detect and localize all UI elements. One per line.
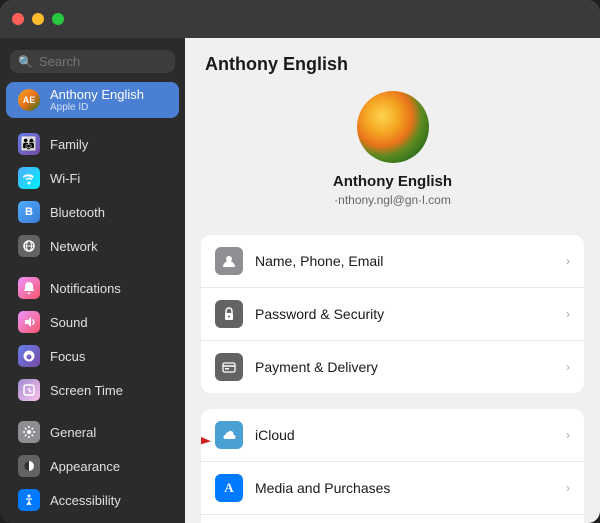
avatar: [357, 91, 429, 163]
sidebar-item-notifications[interactable]: Notifications: [6, 272, 179, 304]
network-icon: [18, 235, 40, 257]
menu-item-media-purchases[interactable]: A Media and Purchases ›: [201, 462, 584, 515]
name-phone-email-label: Name, Phone, Email: [255, 253, 566, 269]
media-purchases-chevron: ›: [566, 481, 570, 495]
icloud-icon: [215, 421, 243, 449]
sidebar-item-screentime[interactable]: Screen Time: [6, 374, 179, 406]
content-area: 🔍 AE Anthony English Apple ID 👨‍👩‍👧 Fami…: [0, 38, 600, 523]
sidebar-bluetooth-label: Bluetooth: [50, 205, 105, 220]
sidebar-general-label: General: [50, 425, 96, 440]
sound-icon: [18, 311, 40, 333]
system-preferences-window: 🔍 AE Anthony English Apple ID 👨‍👩‍👧 Fami…: [0, 0, 600, 523]
password-security-label: Password & Security: [255, 306, 566, 322]
sidebar-appearance-label: Appearance: [50, 459, 120, 474]
appearance-icon: [18, 455, 40, 477]
sidebar: 🔍 AE Anthony English Apple ID 👨‍👩‍👧 Fami…: [0, 38, 185, 523]
sidebar-item-bluetooth[interactable]: B Bluetooth: [6, 196, 179, 228]
sidebar-focus-label: Focus: [50, 349, 85, 364]
apple-id-avatar-icon: AE: [18, 89, 40, 111]
cards-section: Name, Phone, Email › Password & Sec: [185, 235, 600, 523]
password-security-icon: [215, 300, 243, 328]
main-menu-group-2: iCloud › A Media and Purchases ›: [201, 409, 584, 523]
sidebar-accessibility-label: Accessibility: [50, 493, 121, 508]
search-icon: 🔍: [18, 55, 33, 69]
main-panel: Anthony English Anthony English ·nthony.…: [185, 38, 600, 523]
sidebar-sound-label: Sound: [50, 315, 88, 330]
main-title: Anthony English: [205, 54, 580, 75]
main-menu-group-1: Name, Phone, Email › Password & Sec: [201, 235, 584, 393]
general-icon: [18, 421, 40, 443]
menu-item-payment-delivery[interactable]: Payment & Delivery ›: [201, 341, 584, 393]
menu-item-family-sharing[interactable]: Family Sharing ›: [201, 515, 584, 523]
maximize-button[interactable]: [52, 13, 64, 25]
search-box[interactable]: 🔍: [10, 50, 175, 73]
family-icon: 👨‍👩‍👧: [18, 133, 40, 155]
sidebar-screentime-label: Screen Time: [50, 383, 123, 398]
screentime-icon: [18, 379, 40, 401]
sidebar-apple-id-sublabel: Apple ID: [50, 102, 144, 113]
sidebar-item-controlcentre[interactable]: Control Centre: [6, 518, 179, 523]
sidebar-apple-id-info: Anthony English Apple ID: [50, 87, 144, 113]
accessibility-icon: [18, 489, 40, 511]
sidebar-item-sound[interactable]: Sound: [6, 306, 179, 338]
sidebar-item-appearance[interactable]: Appearance: [6, 450, 179, 482]
profile-name: Anthony English: [333, 173, 452, 190]
icloud-label: iCloud: [255, 427, 566, 443]
sidebar-family-label: Family: [50, 137, 88, 152]
profile-section: Anthony English ·nthony.ngl@gn·l.com: [205, 91, 580, 223]
search-input[interactable]: [39, 54, 167, 69]
menu-item-name-phone-email[interactable]: Name, Phone, Email ›: [201, 235, 584, 288]
icloud-chevron: ›: [566, 428, 570, 442]
sidebar-item-general[interactable]: General: [6, 416, 179, 448]
main-header: Anthony English Anthony English ·nthony.…: [185, 38, 600, 235]
menu-item-password-security[interactable]: Password & Security ›: [201, 288, 584, 341]
media-purchases-icon: A: [215, 474, 243, 502]
sidebar-item-apple-id[interactable]: AE Anthony English Apple ID: [6, 82, 179, 118]
payment-delivery-chevron: ›: [566, 360, 570, 374]
name-phone-email-icon: [215, 247, 243, 275]
password-security-chevron: ›: [566, 307, 570, 321]
sidebar-item-accessibility[interactable]: Accessibility: [6, 484, 179, 516]
minimize-button[interactable]: [32, 13, 44, 25]
titlebar: [0, 0, 600, 38]
notifications-icon: [18, 277, 40, 299]
bluetooth-icon: B: [18, 201, 40, 223]
sidebar-item-wifi[interactable]: Wi-Fi: [6, 162, 179, 194]
sidebar-notifications-label: Notifications: [50, 281, 121, 296]
sidebar-network-label: Network: [50, 239, 98, 254]
sidebar-apple-id-name: Anthony English: [50, 87, 144, 102]
profile-email: ·nthony.ngl@gn·l.com: [334, 193, 451, 207]
menu-item-icloud[interactable]: iCloud ›: [201, 409, 584, 462]
avatar-image: [357, 91, 429, 163]
focus-icon: [18, 345, 40, 367]
sidebar-item-network[interactable]: Network: [6, 230, 179, 262]
sidebar-item-focus[interactable]: Focus: [6, 340, 179, 372]
name-phone-email-chevron: ›: [566, 254, 570, 268]
wifi-icon: [18, 167, 40, 189]
media-purchases-label: Media and Purchases: [255, 480, 566, 496]
payment-delivery-icon: [215, 353, 243, 381]
traffic-lights: [12, 13, 64, 25]
sidebar-wifi-label: Wi-Fi: [50, 171, 80, 186]
close-button[interactable]: [12, 13, 24, 25]
sidebar-item-family[interactable]: 👨‍👩‍👧 Family: [6, 128, 179, 160]
payment-delivery-label: Payment & Delivery: [255, 359, 566, 375]
